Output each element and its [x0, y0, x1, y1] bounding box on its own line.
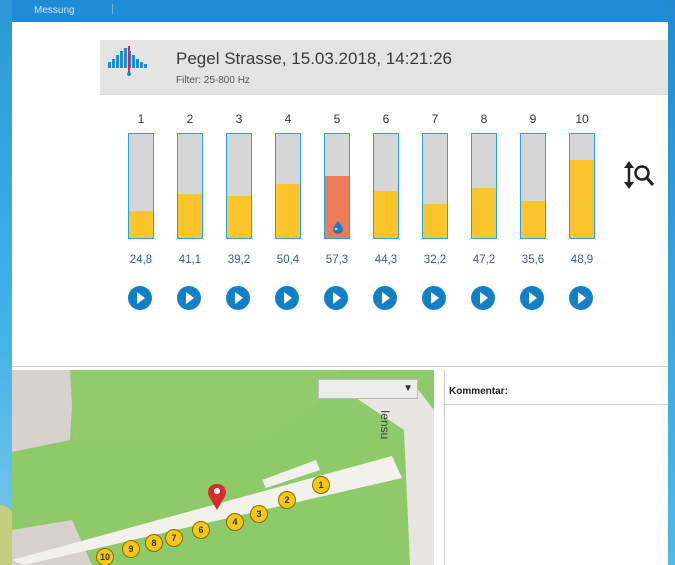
- level-bar[interactable]: [471, 133, 497, 239]
- channel-level-value: 47,2: [472, 254, 496, 266]
- map-marker[interactable]: 3: [250, 505, 268, 523]
- channel-level-value: 39,2: [227, 254, 251, 266]
- level-bar-fill: [521, 201, 545, 238]
- level-bar[interactable]: [128, 133, 154, 239]
- level-bar-fill: [129, 211, 153, 238]
- map-layer-dropdown[interactable]: ▼: [318, 379, 418, 399]
- level-bar[interactable]: [226, 133, 252, 239]
- menu-separator: [112, 4, 113, 14]
- menu-bar: Messung: [12, 0, 668, 22]
- play-button[interactable]: [569, 286, 593, 310]
- filter-label: Filter: 25-800 Hz: [176, 75, 250, 86]
- map-view[interactable]: ▼ Iensu 1 2 3 4 6 7 8 9 10: [12, 370, 434, 565]
- map-marker[interactable]: 9: [122, 540, 140, 558]
- level-bar[interactable]: [520, 133, 546, 239]
- comment-textarea[interactable]: [445, 404, 668, 565]
- play-button[interactable]: [128, 286, 152, 310]
- channel-number: 3: [235, 112, 243, 126]
- channel-level-value: 32,2: [423, 254, 447, 266]
- sound-level-icon: [108, 46, 147, 76]
- map-marker[interactable]: 7: [165, 529, 183, 547]
- level-bar[interactable]: [422, 133, 448, 239]
- channel-number: 5: [333, 112, 341, 126]
- level-bar[interactable]: [177, 133, 203, 239]
- play-button[interactable]: [226, 286, 250, 310]
- channel-number: 10: [575, 112, 589, 126]
- play-button[interactable]: [177, 286, 201, 310]
- channel-number: 6: [382, 112, 390, 126]
- level-bar-fill: [227, 196, 251, 238]
- building-block: [12, 370, 74, 452]
- level-bar[interactable]: [569, 133, 595, 239]
- channel-number: 9: [529, 112, 537, 126]
- channel-level-value: 35,6: [521, 254, 545, 266]
- comment-label: Kommentar:: [449, 386, 508, 397]
- panel-divider: [12, 366, 668, 367]
- map-canvas: [12, 370, 434, 565]
- play-button[interactable]: [275, 286, 299, 310]
- desktop-background-right: [668, 0, 675, 565]
- map-marker[interactable]: 2: [278, 491, 296, 509]
- measurement-title: Pegel Strasse, 15.03.2018, 14:21:26: [176, 49, 452, 68]
- channel-level-value: 24,8: [129, 254, 153, 266]
- level-bar[interactable]: [275, 133, 301, 239]
- play-button[interactable]: [520, 286, 544, 310]
- channel-number: 1: [137, 112, 145, 126]
- channel-level-value: 57,3: [325, 254, 349, 266]
- level-bar-fill: [570, 160, 594, 238]
- map-marker[interactable]: 1: [312, 476, 330, 494]
- street-name-label: Iensu: [378, 410, 392, 440]
- channel-level-value: 48,9: [570, 254, 594, 266]
- channel-number: 4: [284, 112, 292, 126]
- desktop-background-left: [0, 0, 14, 565]
- play-button[interactable]: [422, 286, 446, 310]
- channel-number: 8: [480, 112, 488, 126]
- chevron-down-icon: ▼: [403, 383, 413, 394]
- channel-number: 7: [431, 112, 439, 126]
- level-bar-fill: [374, 191, 398, 238]
- channel-number: 2: [186, 112, 194, 126]
- play-button[interactable]: [324, 286, 348, 310]
- channel-level-value: 50,4: [276, 254, 300, 266]
- comment-panel: Kommentar:: [444, 370, 668, 565]
- play-button[interactable]: [471, 286, 495, 310]
- droplet-icon: [333, 221, 343, 234]
- level-bar-fill: [423, 204, 447, 238]
- channel-level-value: 41,1: [178, 254, 202, 266]
- zoom-scale-icon[interactable]: [620, 158, 658, 194]
- play-button[interactable]: [373, 286, 397, 310]
- map-marker[interactable]: 8: [145, 534, 163, 552]
- level-bar-fill: [472, 188, 496, 238]
- level-bar-fill: [276, 184, 300, 238]
- level-bar-fill: [178, 194, 202, 238]
- map-marker[interactable]: 4: [226, 513, 244, 531]
- map-marker[interactable]: 10: [96, 548, 114, 565]
- level-bar[interactable]: [373, 133, 399, 239]
- map-marker[interactable]: 6: [192, 521, 210, 539]
- level-bar[interactable]: [324, 133, 350, 239]
- menu-item-messung[interactable]: Messung: [34, 5, 75, 16]
- measurement-header: Pegel Strasse, 15.03.2018, 14:21:26 Filt…: [100, 40, 668, 95]
- app-window: Messung Pegel Strasse, 15.03.2018, 14:21…: [12, 0, 668, 565]
- channel-level-value: 44,3: [374, 254, 398, 266]
